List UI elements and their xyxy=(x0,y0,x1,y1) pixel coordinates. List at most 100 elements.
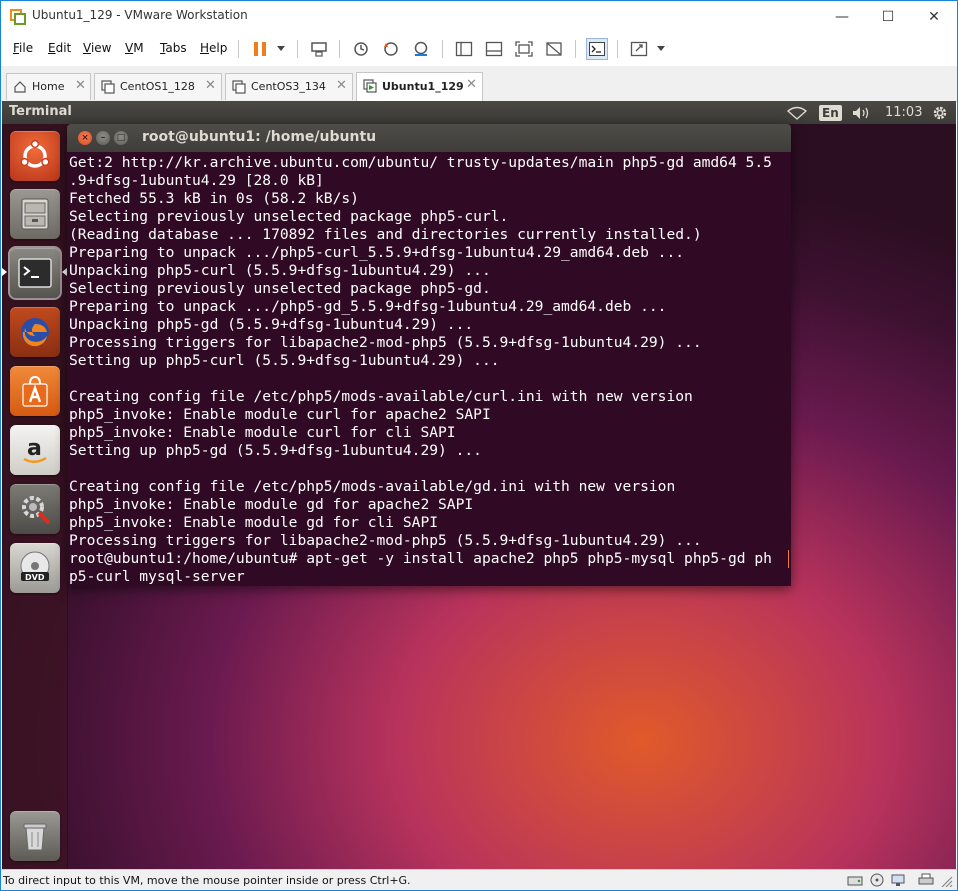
launcher-files-button[interactable] xyxy=(10,189,60,239)
tab-close-icon[interactable]: ✕ xyxy=(205,78,216,93)
tab-label: Ubuntu1_129 xyxy=(382,80,464,93)
launcher-settings-button[interactable] xyxy=(10,484,60,534)
menu-vm[interactable]: VM xyxy=(125,41,144,55)
session-indicator[interactable] xyxy=(931,103,949,122)
terminal-icon xyxy=(18,258,52,288)
pause-icon xyxy=(254,42,266,56)
resize-grip-icon[interactable] xyxy=(938,873,954,887)
terminal-line: Setting up php5-curl (5.5.9+dfsg-1ubuntu… xyxy=(69,352,500,369)
shopping-bag-icon xyxy=(22,375,48,407)
vm-display[interactable]: Terminal En 11:03 a DVD × – □ root@ubunt… xyxy=(2,101,956,869)
send-ctrl-alt-del-button[interactable] xyxy=(308,38,330,60)
tab-ubuntu1[interactable]: Ubuntu1_129 ✕ xyxy=(356,72,483,101)
console-icon xyxy=(589,42,605,56)
launcher-dvd-button[interactable]: DVD xyxy=(10,543,60,593)
terminal-line: php5_invoke: Enable module curl for cli … xyxy=(69,424,456,441)
launcher-firefox-button[interactable] xyxy=(10,307,60,357)
clock-indicator[interactable]: 11:03 xyxy=(885,103,922,122)
menu-file[interactable]: File xyxy=(13,41,33,55)
terminal-output[interactable]: Get:2 http://kr.archive.ubuntu.com/ubunt… xyxy=(69,152,789,586)
console-view-button[interactable] xyxy=(586,38,608,60)
window-title: Ubuntu1_129 - VMware Workstation xyxy=(32,8,248,22)
full-screen-button[interactable] xyxy=(513,38,535,60)
sidebar-layout-icon xyxy=(455,41,473,57)
launcher-terminal-button[interactable] xyxy=(8,246,62,300)
vm-tab-bar: Home ✕ CentOS1_128 ✕ CentOS3_134 ✕ Ubunt… xyxy=(1,66,957,102)
title-bar: Ubuntu1_129 - VMware Workstation — ☐ ✕ xyxy=(1,1,957,32)
terminal-line: Creating config file /etc/php5/mods-avai… xyxy=(69,478,676,495)
vmware-app-icon xyxy=(10,9,26,25)
tab-close-icon[interactable]: ✕ xyxy=(75,78,86,93)
terminal-line: Processing triggers for libapache2-mod-p… xyxy=(69,334,702,351)
terminal-line: (Reading database ... 170892 files and d… xyxy=(69,226,702,243)
tab-close-icon[interactable]: ✕ xyxy=(466,77,477,92)
terminal-line: Selecting previously unselected package … xyxy=(69,280,491,297)
stretch-icon xyxy=(630,41,648,57)
close-icon: × xyxy=(81,133,89,143)
tab-label: CentOS3_134 xyxy=(251,80,326,93)
cd-rom-icon[interactable] xyxy=(869,873,885,887)
close-button[interactable]: ✕ xyxy=(911,1,957,32)
suspend-button[interactable] xyxy=(249,38,271,60)
minimize-icon: — xyxy=(835,8,849,25)
terminal-line: .9+dfsg-1ubuntu4.29 [28.0 kB] xyxy=(69,172,324,189)
tab-centos3[interactable]: CentOS3_134 ✕ xyxy=(225,73,353,100)
minimize-icon: – xyxy=(100,133,106,143)
terminal-line: php5_invoke: Enable module gd for cli SA… xyxy=(69,514,439,531)
toolbar-separator xyxy=(339,40,340,58)
hard-disk-icon[interactable] xyxy=(847,873,863,887)
tab-home[interactable]: Home ✕ xyxy=(6,73,91,100)
maximize-button[interactable]: ☐ xyxy=(865,1,911,32)
stretch-guest-button[interactable] xyxy=(628,38,650,60)
launcher-trash-button[interactable] xyxy=(10,811,60,861)
keyboard-layout-indicator[interactable]: En xyxy=(819,103,842,122)
status-message: To direct input to this VM, move the mou… xyxy=(3,874,411,887)
revert-clock-icon xyxy=(384,42,398,56)
network-adapter-icon[interactable] xyxy=(890,873,906,887)
firefox-icon xyxy=(21,318,49,347)
snapshot-button[interactable] xyxy=(350,38,372,60)
snapshot-manager-button[interactable] xyxy=(410,38,432,60)
terminal-command-line: p5-curl mysql-server xyxy=(69,568,245,585)
network-indicator[interactable] xyxy=(787,103,807,122)
tab-close-icon[interactable]: ✕ xyxy=(336,78,347,93)
menu-edit[interactable]: Edit xyxy=(48,41,71,55)
show-library-button[interactable] xyxy=(453,38,475,60)
menu-help[interactable]: Help xyxy=(200,41,227,55)
show-thumbnail-bar-button[interactable] xyxy=(483,38,505,60)
panel-app-title: Terminal xyxy=(9,104,72,119)
trash-icon xyxy=(23,823,47,851)
unity-button[interactable] xyxy=(543,38,565,60)
terminal-line: Creating config file /etc/php5/mods-avai… xyxy=(69,388,693,405)
ubuntu-logo-icon xyxy=(20,139,50,168)
terminal-line: php5_invoke: Enable module curl for apac… xyxy=(69,406,491,423)
menu-view[interactable]: View xyxy=(83,41,111,55)
file-cabinet-icon xyxy=(21,198,49,230)
running-indicator-icon xyxy=(2,268,7,276)
maximize-icon: □ xyxy=(116,133,126,143)
svg-text:DVD: DVD xyxy=(25,573,45,582)
close-icon: ✕ xyxy=(928,8,940,25)
terminal-minimize-button[interactable]: – xyxy=(96,131,110,145)
tab-centos1[interactable]: CentOS1_128 ✕ xyxy=(94,73,222,100)
terminal-window[interactable]: × – □ root@ubuntu1: /home/ubuntu Get:2 h… xyxy=(67,124,791,586)
terminal-close-button[interactable]: × xyxy=(78,131,92,145)
sound-indicator[interactable] xyxy=(852,103,872,122)
minimize-button[interactable]: — xyxy=(819,1,865,32)
terminal-line: Fetched 55.3 kB in 0s (58.2 kB/s) xyxy=(69,190,359,207)
launcher-amazon-button[interactable]: a xyxy=(10,425,60,475)
printer-icon[interactable] xyxy=(918,873,934,887)
bottom-bar-layout-icon xyxy=(485,41,503,57)
terminal-maximize-button[interactable]: □ xyxy=(114,131,128,145)
toolbar-separator xyxy=(575,40,576,58)
terminal-line: php5_invoke: Enable module gd for apache… xyxy=(69,496,474,513)
launcher-dash-button[interactable] xyxy=(10,131,60,181)
dvd-disc-icon: DVD xyxy=(20,551,50,582)
stretch-dropdown-icon[interactable] xyxy=(657,46,665,51)
launcher-software-center-button[interactable] xyxy=(10,366,60,416)
power-dropdown-icon[interactable] xyxy=(277,46,285,51)
status-bar: To direct input to this VM, move the mou… xyxy=(1,869,957,890)
menu-tabs[interactable]: Tabs xyxy=(160,41,187,55)
terminal-title-bar[interactable]: × – □ root@ubuntu1: /home/ubuntu xyxy=(67,124,791,152)
revert-snapshot-button[interactable] xyxy=(380,38,402,60)
